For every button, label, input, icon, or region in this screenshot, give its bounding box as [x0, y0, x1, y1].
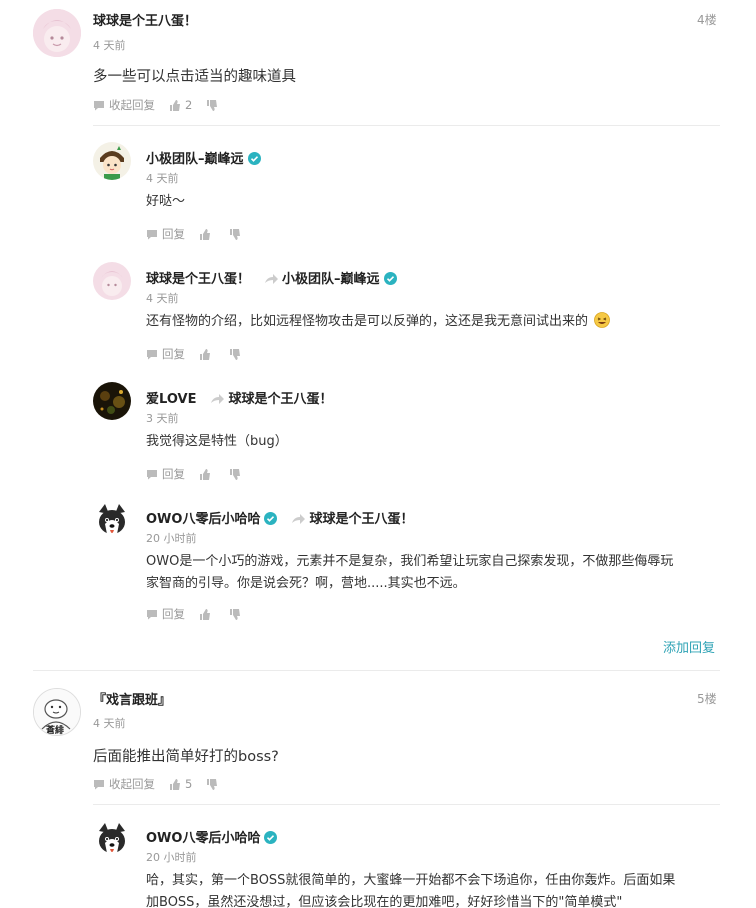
- thumbs-down-icon: [230, 228, 240, 240]
- dislike-button[interactable]: [206, 778, 222, 790]
- reply-time: 4 天前: [146, 172, 179, 185]
- reply-time: 20 小时前: [146, 851, 197, 864]
- dislike-button[interactable]: [229, 468, 245, 480]
- verified-icon: [247, 152, 261, 165]
- thumbs-down-icon: [230, 608, 240, 620]
- comment-content: 后面能推出简单好打的boss?: [93, 749, 279, 765]
- comment-icon: [147, 229, 157, 239]
- reply-content: 还有怪物的介绍，比如远程怪物攻击是可以反弹的，这还是我无意间试出来的: [146, 311, 611, 333]
- thumbs-up-icon: [200, 348, 210, 360]
- avatar[interactable]: [93, 821, 131, 859]
- verified-icon: [264, 512, 278, 525]
- divider: [93, 804, 720, 805]
- reply-time: 3 天前: [146, 412, 179, 425]
- dislike-button[interactable]: [229, 348, 245, 360]
- avatar[interactable]: 蒼緋: [33, 688, 81, 736]
- reply-actions: 回复: [146, 466, 259, 482]
- reply-to-arrow-icon: [265, 274, 279, 284]
- comment-actions: 收起回复 2: [93, 97, 236, 113]
- thumbs-up-icon: [170, 778, 180, 790]
- comment-icon: [94, 100, 104, 110]
- like-button[interactable]: [199, 228, 215, 240]
- collapse-replies-button[interactable]: 收起回复: [93, 97, 155, 113]
- dislike-button[interactable]: [229, 228, 245, 240]
- reply-to-user[interactable]: 小极团队–巅峰远: [282, 272, 380, 287]
- dislike-button[interactable]: [206, 99, 222, 111]
- reply-actions: 回复: [146, 606, 259, 622]
- verified-icon: [383, 272, 397, 285]
- dislike-button[interactable]: [229, 608, 245, 620]
- reply-to-arrow-icon: [211, 394, 225, 404]
- like-button[interactable]: [199, 468, 215, 480]
- reply-button[interactable]: 回复: [146, 606, 185, 622]
- avatar[interactable]: [93, 382, 131, 420]
- reply-author[interactable]: OWO八零后小哈哈: [146, 827, 278, 846]
- reply-content: 我觉得这是特性（bug）: [146, 434, 288, 449]
- reply-to-user[interactable]: 球球是个王八蛋！: [228, 392, 332, 407]
- thumbs-down-icon: [207, 99, 218, 111]
- collapse-replies-button[interactable]: 收起回复: [93, 776, 155, 792]
- comment-author[interactable]: 『戏言跟班』: [93, 689, 171, 708]
- reply-actions: 回复: [146, 226, 259, 242]
- comment-icon: [147, 469, 157, 479]
- avatar[interactable]: [93, 262, 131, 300]
- laughing-emoji-icon: [594, 312, 611, 328]
- comment-time: 4 天前: [93, 39, 126, 52]
- comment-author[interactable]: 球球是个王八蛋！: [93, 10, 197, 29]
- reply-time: 4 天前: [146, 292, 179, 305]
- like-button[interactable]: [199, 348, 215, 360]
- like-button[interactable]: 2: [169, 98, 192, 112]
- reply-to-user[interactable]: 球球是个王八蛋！: [309, 512, 413, 527]
- reply-button[interactable]: 回复: [146, 226, 185, 242]
- thumbs-down-icon: [230, 468, 240, 480]
- reply-time: 20 小时前: [146, 532, 197, 545]
- reply-content: OWO是一个小巧的游戏，元素并不是复杂，我们希望让玩家自己探索发现，不做那些侮辱…: [146, 554, 674, 591]
- comment-time: 4 天前: [93, 717, 126, 730]
- like-button[interactable]: 5: [169, 777, 192, 791]
- reply-author[interactable]: 球球是个王八蛋！ 小极团队–巅峰远: [146, 268, 397, 287]
- comment-icon: [94, 779, 104, 789]
- thumbs-down-icon: [207, 778, 218, 790]
- comment-content: 多一些可以点击适当的趣味道具: [93, 69, 296, 85]
- avatar[interactable]: [93, 142, 131, 180]
- avatar[interactable]: [93, 502, 131, 540]
- thumbs-up-icon: [170, 99, 180, 111]
- add-reply-link[interactable]: 添加回复: [663, 637, 715, 656]
- reply-content: 哈，其实，第一个BOSS就很简单的，大蜜蜂一开始都不会下场追你，任由你轰炸。后面…: [146, 873, 676, 908]
- thumbs-up-icon: [200, 228, 210, 240]
- reply-button[interactable]: 回复: [146, 346, 185, 362]
- thumbs-up-icon: [200, 608, 210, 620]
- reply-actions: 回复: [146, 346, 259, 362]
- reply-author[interactable]: OWO八零后小哈哈 球球是个王八蛋！: [146, 508, 413, 527]
- reply-author[interactable]: 小极团队–巅峰远: [146, 148, 261, 167]
- floor-number: 4楼: [697, 13, 717, 27]
- thumbs-down-icon: [230, 348, 240, 360]
- avatar[interactable]: [33, 9, 81, 57]
- divider: [93, 125, 720, 126]
- reply-author[interactable]: 爱LOVE 球球是个王八蛋！: [146, 388, 332, 407]
- reply-to-arrow-icon: [292, 514, 306, 524]
- comment-actions: 收起回复 5: [93, 776, 236, 792]
- divider: [33, 670, 720, 671]
- floor-number: 5楼: [697, 692, 717, 706]
- verified-icon: [264, 831, 278, 844]
- avatar-text: 蒼緋: [46, 726, 65, 736]
- comment-icon: [147, 609, 157, 619]
- reply-button[interactable]: 回复: [146, 466, 185, 482]
- like-button[interactable]: [199, 608, 215, 620]
- thumbs-up-icon: [200, 468, 210, 480]
- reply-content: 好哒～: [146, 194, 186, 209]
- comment-icon: [147, 349, 157, 359]
